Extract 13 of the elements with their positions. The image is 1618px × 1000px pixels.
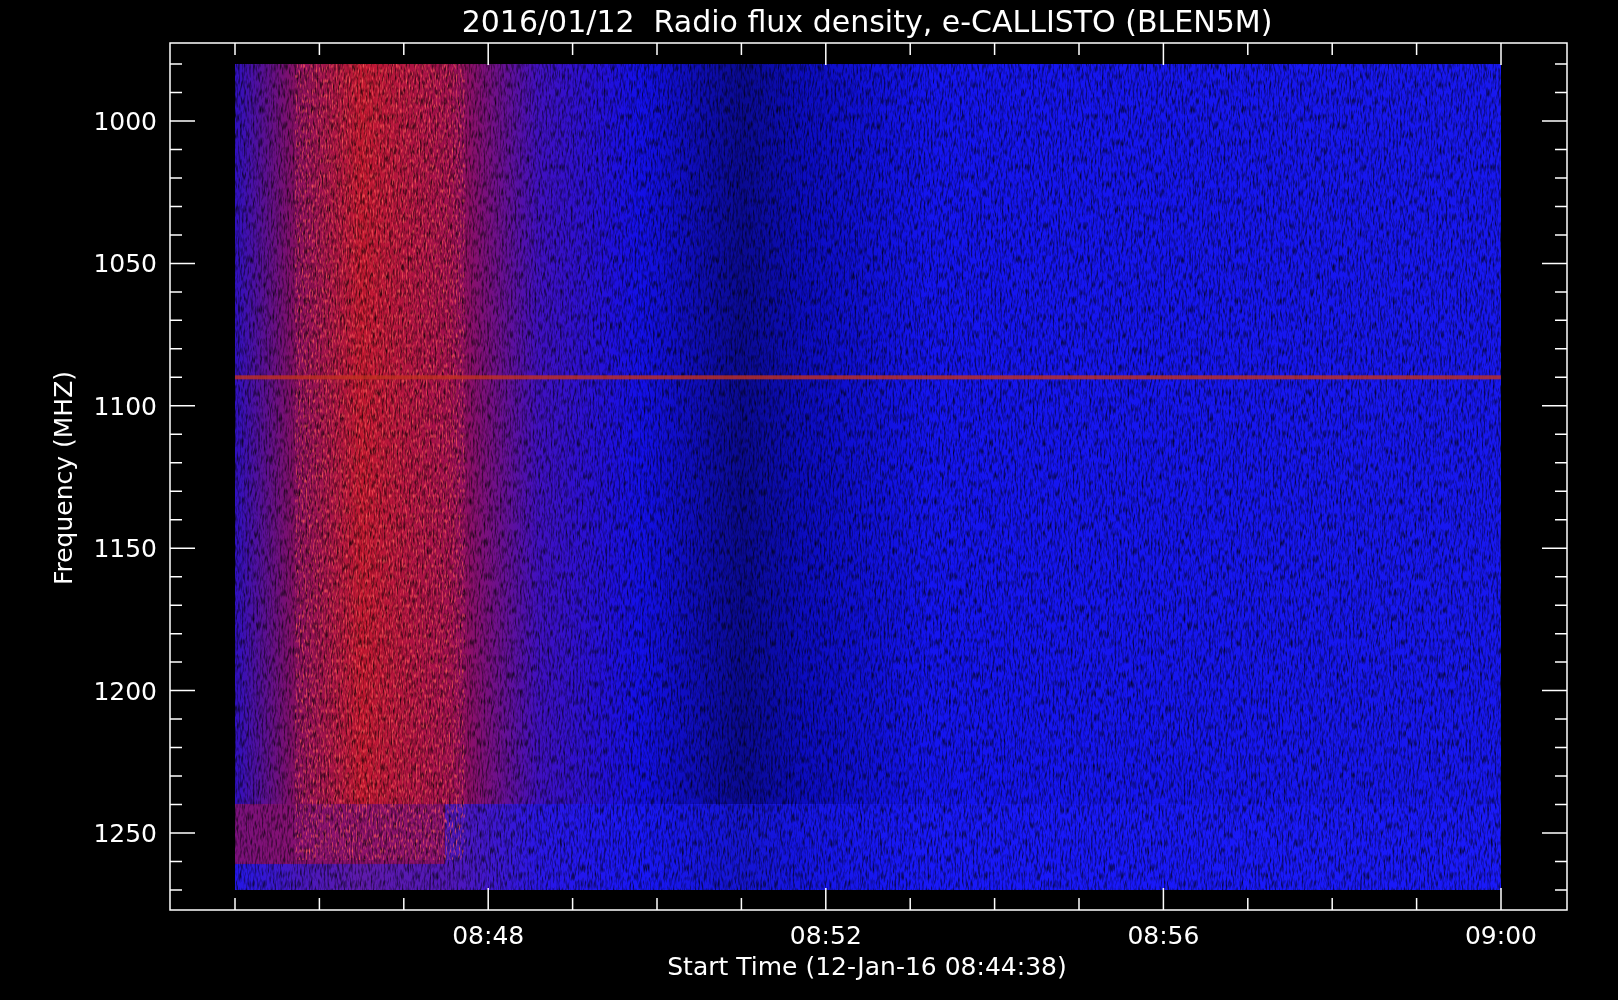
tick-label: 08:52 [789,921,862,950]
tick-label: 08:48 [452,921,525,950]
tick-label: 1100 [93,391,157,421]
tick-label: 1150 [93,534,157,564]
tick-label: 09:00 [1465,921,1537,950]
axis-label: Frequency (MHZ) [49,370,78,586]
tick-label: 1050 [93,249,157,279]
chart-title: 2016/01/12 Radio flux density, e-CALLISTO (BLEN5M) [461,4,1273,39]
tick-label: 1250 [93,819,157,848]
axis-label: Start Time (12-Jan-16 08:44:38) [667,952,1067,981]
tick-label: 1000 [93,107,157,136]
tick-label: 08:56 [1127,921,1200,950]
tick-label: 1200 [93,676,157,706]
